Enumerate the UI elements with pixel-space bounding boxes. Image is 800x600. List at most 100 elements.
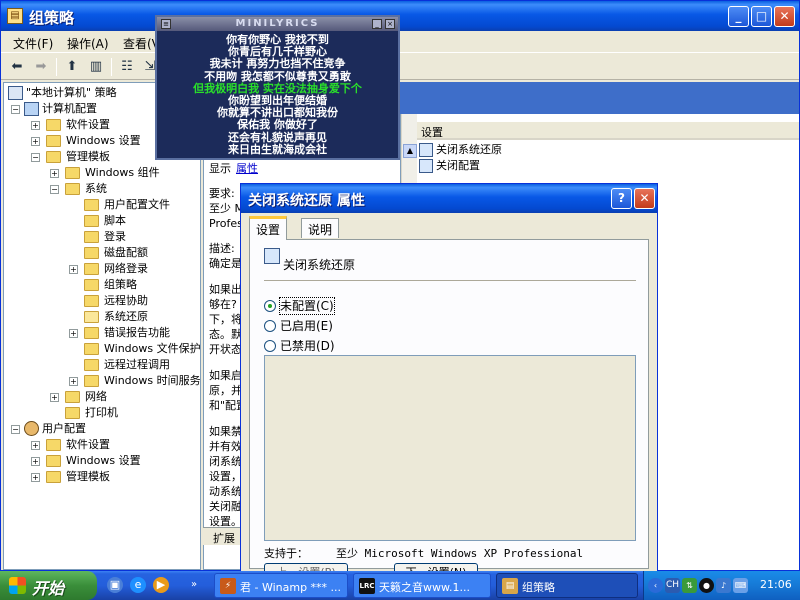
tree-item-group-policy[interactable]: 组策略	[4, 277, 200, 293]
tree-item-net-logon[interactable]: + 网络登录	[4, 261, 200, 277]
properties-icon[interactable]: ☷	[117, 57, 137, 77]
keyboard-icon[interactable]: ⌨	[733, 578, 748, 593]
lyric-line: 来日由生就海成会社	[228, 142, 327, 156]
close-button[interactable]: ✕	[774, 6, 795, 27]
forward-icon[interactable]: ➡	[31, 57, 51, 77]
quicklaunch-chevron-icon[interactable]: »	[186, 577, 202, 593]
folder-icon	[65, 167, 80, 179]
folder-icon	[84, 295, 99, 307]
start-button[interactable]: 开始	[0, 571, 97, 600]
network-icon[interactable]: ⇅	[682, 578, 697, 593]
collapse-icon[interactable]: −	[31, 153, 40, 162]
folder-icon	[84, 375, 99, 387]
expand-icon[interactable]: +	[50, 393, 59, 402]
desc-requirements: 要求:	[209, 187, 235, 200]
tree-item-scripts[interactable]: 脚本	[4, 213, 200, 229]
collapse-icon[interactable]: −	[50, 185, 59, 194]
expand-icon[interactable]: +	[69, 265, 78, 274]
menu-action[interactable]: 操作(A)	[67, 35, 109, 52]
up-folder-icon[interactable]: ⬆	[62, 57, 82, 77]
expand-icon[interactable]: +	[69, 377, 78, 386]
expand-icon[interactable]: +	[31, 457, 40, 466]
tree-item-error-reporting[interactable]: + 错误报告功能	[4, 325, 200, 341]
tree-label: 软件设置	[66, 438, 110, 451]
scroll-up-icon[interactable]: ▲	[403, 144, 417, 158]
taskbar-button-gpedit[interactable]: ▤ 组策略	[496, 573, 638, 598]
media-player-icon[interactable]: ▶	[153, 577, 169, 593]
title-bar[interactable]: ▤ 组策略 _ □ ✕	[1, 1, 799, 31]
minilyrics-window[interactable]: MINILYRICS ≡ _ × 你有你野心 我找不到 你青后有几千样野心 我未计 …	[155, 15, 400, 160]
tree-item-remote-assistance[interactable]: 远程协助	[4, 293, 200, 309]
tree-item-logon[interactable]: 登录	[4, 229, 200, 245]
radio-label: 已禁用(D)	[280, 339, 335, 353]
tree-item-disk-quotas[interactable]: 磁盘配额	[4, 245, 200, 261]
collapse-icon[interactable]: −	[11, 105, 20, 114]
tree-item-system[interactable]: − 系统	[4, 181, 200, 197]
lyrics-minimize-icon[interactable]: _	[372, 19, 382, 29]
tree-item-user-config[interactable]: − 用户配置	[4, 421, 200, 437]
properties-link[interactable]: 属性	[236, 161, 258, 176]
lyrics-close-icon[interactable]: ×	[385, 19, 395, 29]
language-indicator[interactable]: CH	[665, 578, 680, 593]
ie-icon[interactable]: e	[130, 577, 146, 593]
qq-icon[interactable]: ●	[699, 578, 714, 593]
tree-item-printers[interactable]: 打印机	[4, 405, 200, 421]
collapse-icon[interactable]: −	[11, 425, 20, 434]
tray-arrow-icon[interactable]: ‹	[648, 578, 663, 593]
tree-item-windows-components[interactable]: + Windows 组件	[4, 165, 200, 181]
expand-icon[interactable]: +	[50, 169, 59, 178]
back-icon[interactable]: ⬅	[7, 57, 27, 77]
tab-explain[interactable]: 说明	[301, 218, 340, 238]
tree-item-network[interactable]: + 网络	[4, 389, 200, 405]
tree-item-windows-file-protection[interactable]: Windows 文件保护	[4, 341, 200, 357]
lyrics-menu-icon[interactable]: ≡	[161, 19, 171, 29]
folder-icon	[46, 135, 61, 147]
show-desktop-icon[interactable]: ▣	[107, 577, 123, 593]
maximize-button[interactable]: □	[751, 6, 772, 27]
volume-icon[interactable]: ♪	[716, 578, 731, 593]
tree-item-windows-time[interactable]: + Windows 时间服务	[4, 373, 200, 389]
tree-item-user-software-settings[interactable]: + 软件设置	[4, 437, 200, 453]
tree-item-user-admin-templates[interactable]: + 管理模板	[4, 469, 200, 485]
expand-icon[interactable]: +	[69, 329, 78, 338]
dialog-close-button[interactable]: ✕	[634, 188, 655, 209]
column-settings: 设置	[421, 126, 443, 139]
desc-text: 至少 M	[209, 202, 244, 215]
clock[interactable]: 21:06	[760, 578, 792, 591]
tab-settings[interactable]: 设置	[249, 216, 288, 240]
tree-label: 登录	[104, 230, 126, 243]
folder-icon	[84, 199, 99, 211]
tree-label: 用户配置	[42, 422, 86, 435]
menu-file[interactable]: 文件(F)	[13, 35, 53, 52]
tree-label: 远程过程调用	[104, 358, 170, 371]
tree-item-user-profiles[interactable]: 用户配置文件	[4, 197, 200, 213]
expand-icon[interactable]: +	[31, 121, 40, 130]
expand-icon[interactable]: +	[31, 473, 40, 482]
dialog-titlebar[interactable]: 关闭系统还原 属性 ? ✕	[241, 184, 657, 213]
tree-item-rpc[interactable]: 远程过程调用	[4, 357, 200, 373]
toolbar: ⬅ ➡ ⬆ ▥ ☷ ⇲	[1, 54, 799, 80]
tree-item-user-windows-settings[interactable]: + Windows 设置	[4, 453, 200, 469]
radio-button[interactable]	[264, 340, 276, 352]
desc-description: 描述:	[209, 242, 235, 255]
folder-icon	[84, 279, 99, 291]
help-button[interactable]: ?	[611, 188, 632, 209]
expand-icon[interactable]: +	[31, 441, 40, 450]
desc-text: 并有效	[209, 440, 242, 453]
tree-item-system-restore[interactable]: 系统还原	[4, 309, 200, 325]
tree-label: 打印机	[85, 406, 118, 419]
lyric-line: 不用吻 我怎都不似尊贵又勇敢	[204, 69, 351, 83]
start-label: 开始	[32, 579, 65, 598]
taskbar-button-winamp[interactable]: ⚡ 君 - Winamp *** ...	[214, 573, 348, 598]
column-header[interactable]: 设置	[417, 122, 799, 140]
expand-icon[interactable]: +	[31, 137, 40, 146]
radio-button[interactable]	[264, 300, 276, 312]
radio-button[interactable]	[264, 320, 276, 332]
taskbar-button-lrc[interactable]: LRC 天籁之音www.1...	[353, 573, 491, 598]
minimize-button[interactable]: _	[728, 6, 749, 27]
tree-label: 软件设置	[66, 118, 110, 131]
show-tree-icon[interactable]: ▥	[86, 57, 106, 77]
desc-text: 如果禁	[209, 425, 242, 438]
desc-text: 态。默	[209, 328, 242, 341]
lyrics-titlebar[interactable]: MINILYRICS ≡ _ ×	[157, 17, 398, 31]
